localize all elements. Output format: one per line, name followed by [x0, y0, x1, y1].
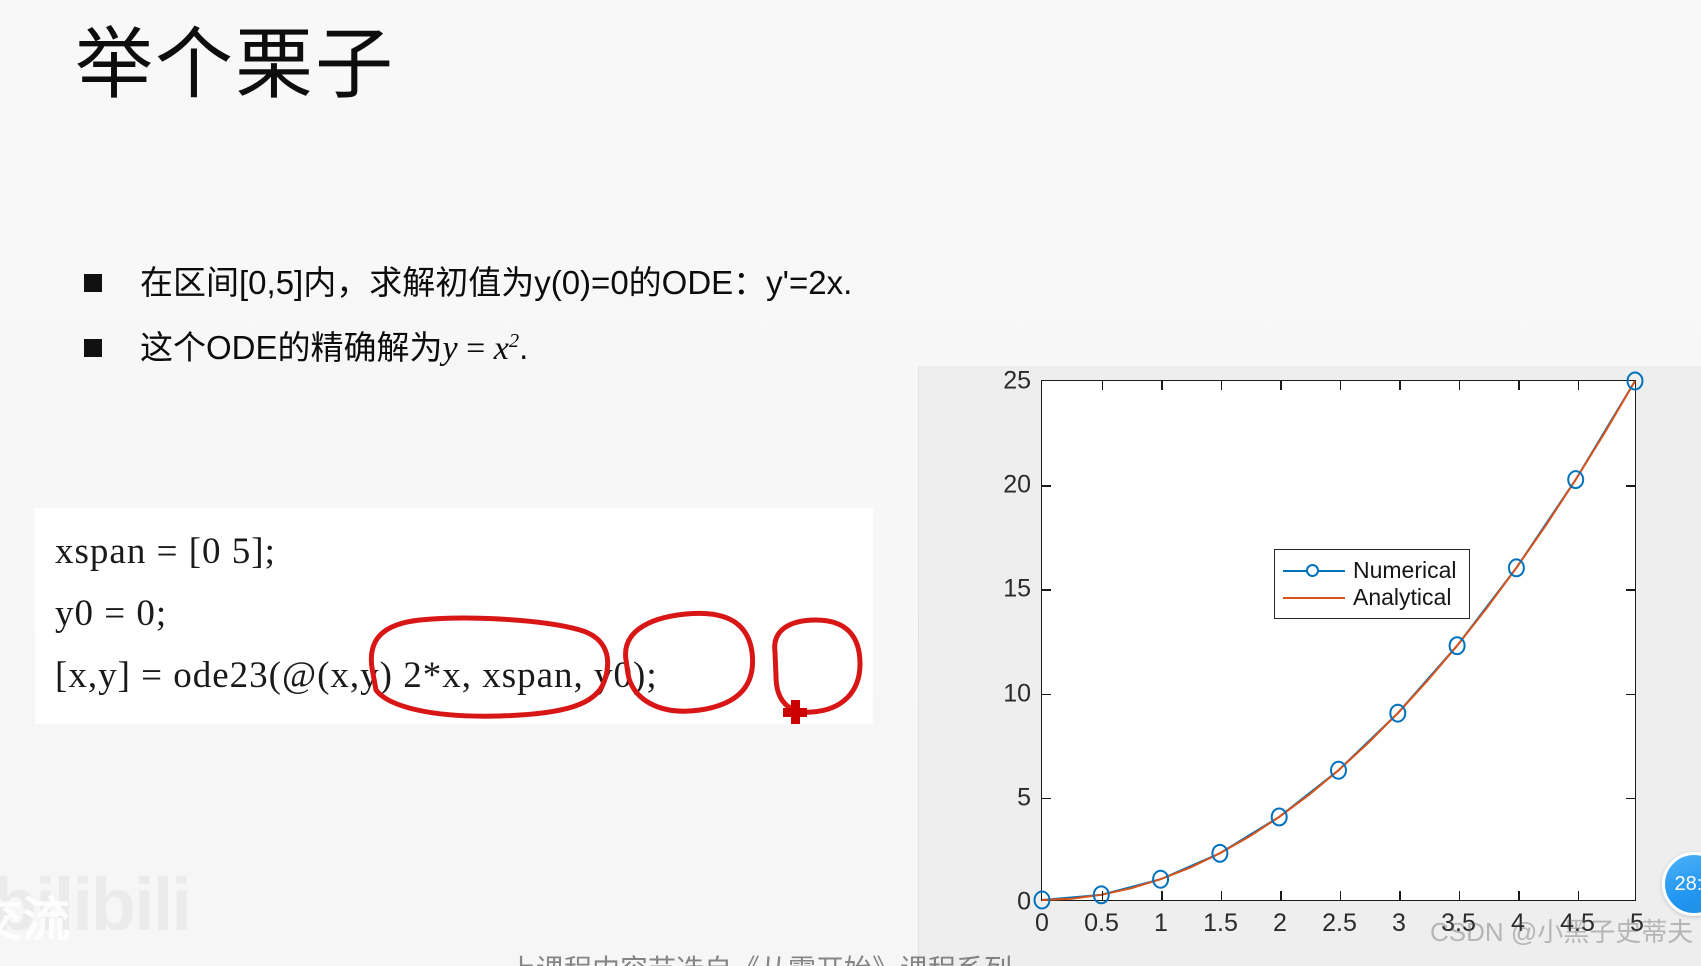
y-axis-tick-label: 5 [1017, 783, 1031, 812]
legend-swatch-analytical [1283, 589, 1345, 607]
list-item: 这个ODE的精确解为y = x2. [84, 327, 984, 371]
x-axis-tick-mark [1280, 891, 1282, 900]
x-axis-tick-mark [1220, 891, 1222, 900]
x-axis-tick-mark-top [1161, 381, 1163, 390]
list-item: 在区间[0,5]内，求解初值为y(0)=0的ODE：y'=2x. [84, 262, 984, 305]
legend-item-numerical: Numerical [1283, 557, 1457, 584]
x-axis-tick-label: 2 [1273, 909, 1287, 937]
y-axis-tick-mark-right [1626, 797, 1635, 800]
x-axis-tick-mark [1161, 891, 1163, 900]
x-axis-tick-mark [1399, 891, 1401, 900]
x-axis-tick-mark-top [1577, 381, 1579, 390]
y-axis-tick-label: 25 [1003, 366, 1031, 395]
chart-legend: Numerical Analytical [1274, 549, 1470, 619]
x-axis-tick-mark [1101, 891, 1103, 900]
y-axis-tick-label: 0 [1017, 887, 1031, 916]
y-axis-tick-mark-right [1626, 589, 1635, 591]
plot-canvas [1042, 381, 1635, 900]
bullet-text-2: 这个ODE的精确解为y = x2. [140, 327, 528, 371]
bullet-text-1: 在区间[0,5]内，求解初值为y(0)=0的ODE：y'=2x. [140, 264, 853, 301]
slide-root: 举个栗子 在区间[0,5]内，求解初值为y(0)=0的ODE：y'=2x. 这个… [0, 0, 1701, 966]
y-axis-tick-label: 20 [1003, 470, 1031, 499]
legend-swatch-numerical [1283, 562, 1345, 580]
series-line-numerical [1042, 381, 1635, 900]
x-axis-tick-mark-top [1101, 381, 1103, 390]
series-line-analytical [1042, 381, 1635, 900]
math-lhs: y [442, 329, 458, 367]
x-axis-tick-mark-top [1399, 381, 1401, 390]
x-axis-tick-mark [1518, 891, 1520, 900]
legend-item-analytical: Analytical [1283, 584, 1457, 611]
x-axis-tick-mark-top [1458, 381, 1460, 390]
y-axis-tick-label: 10 [1003, 679, 1031, 708]
matlab-figure: Numerical Analytical 0 5 10 15 20 25 0 0.5 1 1.5 2… [918, 366, 1701, 966]
math-exponent: 2 [508, 329, 520, 352]
y-axis-tick-mark [1042, 485, 1051, 487]
x-axis-tick-label: 1 [1154, 909, 1168, 937]
y-axis-tick-mark-right [1626, 485, 1635, 487]
x-axis-tick-label: 1.5 [1203, 909, 1238, 937]
code-line-3: [x,y] = ode23(@(x,y) 2*x, xspan, y0); [55, 654, 658, 696]
x-axis-tick-mark [1577, 891, 1579, 900]
page-title: 举个栗子 [75, 20, 396, 108]
code-line-2: y0 = 0; [55, 592, 168, 634]
x-axis-tick-mark [1458, 891, 1460, 900]
code-line-1: xspan = [0 5]; [55, 530, 276, 572]
x-axis-tick-label: 0.5 [1084, 909, 1119, 937]
x-axis-tick-label: 2.5 [1322, 909, 1357, 937]
bullet-text-2-prefix: 这个ODE的精确解为 [140, 328, 443, 366]
csdn-watermark: CSDN @小黑子史蒂夫 [1430, 917, 1694, 947]
code-block: xspan = [0 5]; y0 = 0; [x,y] = ode23(@(x… [35, 508, 873, 724]
bullet-square-icon [84, 338, 102, 357]
math-base: x [493, 329, 509, 367]
bullet-list: 在区间[0,5]内，求解初值为y(0)=0的ODE：y'=2x. 这个ODE的精… [84, 262, 984, 393]
bilibili-watermark-cn: 交流 [0, 894, 71, 947]
y-axis-tick-mark [1042, 797, 1051, 800]
x-axis-tick-mark-top [1280, 381, 1282, 390]
bullet-text-2-suffix: . [519, 328, 529, 366]
x-axis-tick-label: 3 [1392, 909, 1406, 937]
y-axis-tick-mark [1042, 589, 1051, 591]
red-plus-cursor-icon [783, 700, 807, 724]
x-axis-tick-mark-top [1518, 381, 1520, 390]
x-axis-tick-mark [1339, 891, 1341, 900]
y-axis-tick-mark [1042, 693, 1051, 696]
y-axis-tick-mark-right [1626, 693, 1635, 696]
plot-axes: Numerical Analytical 0 5 10 15 20 25 0 0.5 1 1.5 2… [1003, 367, 1644, 938]
x-axis-tick-label: 0 [1035, 909, 1049, 937]
y-axis-tick-label: 15 [1003, 574, 1031, 603]
legend-label-numerical: Numerical [1353, 557, 1457, 583]
math-equals: = [457, 329, 494, 367]
x-axis-tick-mark-top [1220, 381, 1222, 390]
bottom-caption: 上课程内容节选自《从零开始》课程系列 [508, 948, 1012, 966]
x-axis-tick-mark-top [1339, 381, 1341, 390]
legend-label-analytical: Analytical [1353, 584, 1452, 610]
bullet-square-icon [84, 274, 102, 292]
